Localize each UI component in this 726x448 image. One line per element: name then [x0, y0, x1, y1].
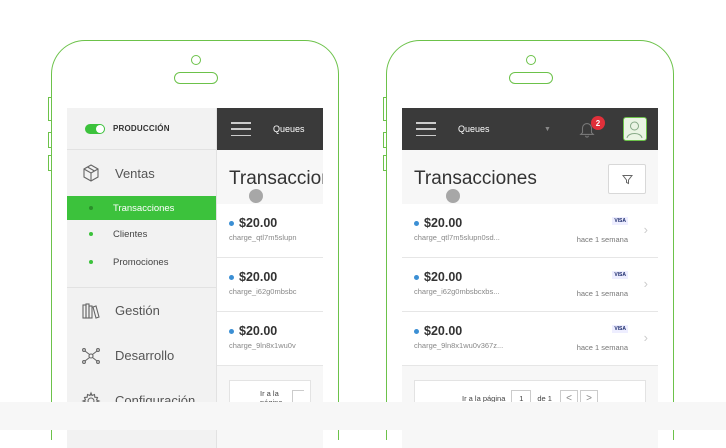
chevron-right-icon[interactable]: › [644, 330, 648, 345]
sidebar-subitem-clientes[interactable]: Clientes [67, 220, 216, 248]
box-icon [83, 164, 99, 182]
hamburger-icon[interactable] [416, 122, 436, 136]
sidebar-item-ventas[interactable]: Ventas [67, 150, 216, 196]
phone-side-button [383, 155, 387, 171]
toggle-switch-icon[interactable] [85, 123, 105, 134]
network-icon [82, 347, 100, 364]
transaction-row[interactable]: $20.00 charge_i62g0mbsbc [217, 258, 323, 312]
phone-side-button [48, 97, 52, 121]
transaction-id: charge_i62g0mbsbc [229, 287, 297, 296]
phone-side-button [48, 132, 52, 148]
bullet-icon [89, 232, 93, 236]
bullet-icon [89, 206, 93, 210]
chevron-right-icon[interactable]: › [644, 222, 648, 237]
top-bar: Queues [217, 108, 323, 150]
sidebar-item-label: Desarrollo [115, 348, 175, 363]
transaction-amount: $20.00 [424, 270, 463, 284]
transaction-amount: $20.00 [239, 270, 278, 284]
transaction-time: hace 1 semana [576, 289, 628, 298]
status-dot-icon [414, 274, 419, 280]
phone-side-button [383, 132, 387, 148]
sidebar: PRODUCCIÓN Ventas Transacciones Clientes… [67, 108, 217, 448]
status-dot-icon [414, 328, 419, 334]
environment-toggle[interactable]: PRODUCCIÓN [67, 108, 216, 150]
sidebar-subitem-label: Transacciones [113, 202, 175, 214]
phone-side-button [48, 155, 52, 171]
chevron-down-icon[interactable]: ▼ [544, 126, 551, 133]
screen-right: Queues ▼ 2 Transacciones $20.00 charge_q… [402, 108, 658, 448]
transaction-row[interactable]: $20.00 charge_9ln8x1wu0v [217, 312, 323, 366]
bottom-shadow [0, 402, 726, 430]
transaction-row[interactable]: $20.00 charge_qtl7m5slupn0sd... VISA hac… [402, 204, 658, 258]
main-content-left: Queues Transaccion $20.00 charge_qtl7m5s… [217, 108, 323, 448]
top-bar: Queues ▼ 2 [402, 108, 658, 150]
speaker-outline [174, 72, 218, 84]
camera-outline [191, 55, 201, 65]
sidebar-item-desarrollo[interactable]: Desarrollo [67, 333, 216, 378]
status-dot-icon [229, 274, 234, 280]
transaction-row[interactable]: $20.00 charge_i62g0mbsbcxbs... VISA hace… [402, 258, 658, 312]
phone-frame-right: Queues ▼ 2 Transacciones $20.00 charge_q… [386, 40, 674, 448]
transaction-time: hace 1 semana [576, 235, 628, 244]
screen-left: PRODUCCIÓN Ventas Transacciones Clientes… [67, 108, 323, 448]
phone-side-button [383, 97, 387, 121]
sidebar-subitem-transacciones[interactable]: Transacciones [67, 196, 216, 220]
touch-cursor [446, 189, 460, 203]
divider [67, 276, 216, 288]
transaction-time: hace 1 semana [576, 343, 628, 352]
sidebar-subitem-promociones[interactable]: Promociones [67, 248, 216, 276]
sidebar-item-label: Ventas [115, 165, 155, 181]
queues-selector[interactable]: Queues [458, 124, 490, 134]
visa-card-icon: VISA [612, 217, 628, 225]
sidebar-item-label: Gestión [115, 303, 160, 318]
chevron-right-icon[interactable]: › [644, 276, 648, 291]
status-dot-icon [414, 220, 419, 226]
sidebar-item-gestion[interactable]: Gestión [67, 288, 216, 333]
transaction-id: charge_9ln8x1wu0v [229, 341, 296, 350]
transaction-amount: $20.00 [424, 324, 463, 338]
transaction-amount: $20.00 [239, 324, 278, 338]
bullet-icon [89, 260, 93, 264]
transaction-amount: $20.00 [424, 216, 463, 230]
filter-icon [621, 174, 633, 184]
visa-card-icon: VISA [612, 271, 628, 279]
transaction-amount: $20.00 [239, 216, 278, 230]
visa-card-icon: VISA [612, 325, 628, 333]
page-title: Transaccion [229, 168, 323, 189]
status-dot-icon [229, 220, 234, 226]
notification-badge: 2 [591, 116, 605, 130]
camera-outline [526, 55, 536, 65]
books-icon [82, 302, 100, 319]
sidebar-subitem-label: Promociones [113, 256, 169, 268]
transaction-id: charge_qtl7m5slupn [229, 233, 297, 242]
sidebar-subitem-label: Clientes [113, 228, 148, 240]
touch-cursor [249, 189, 263, 203]
transaction-row[interactable]: $20.00 charge_qtl7m5slupn [217, 204, 323, 258]
hamburger-icon[interactable] [231, 122, 251, 136]
filter-button[interactable] [608, 164, 646, 194]
queues-selector[interactable]: Queues [273, 124, 305, 134]
transaction-row[interactable]: $20.00 charge_9ln8x1wu0v367z... VISA hac… [402, 312, 658, 366]
avatar[interactable] [623, 117, 647, 141]
speaker-outline [509, 72, 553, 84]
status-dot-icon [229, 328, 234, 334]
environment-label: PRODUCCIÓN [113, 124, 170, 133]
phone-frame-left: PRODUCCIÓN Ventas Transacciones Clientes… [51, 40, 339, 448]
